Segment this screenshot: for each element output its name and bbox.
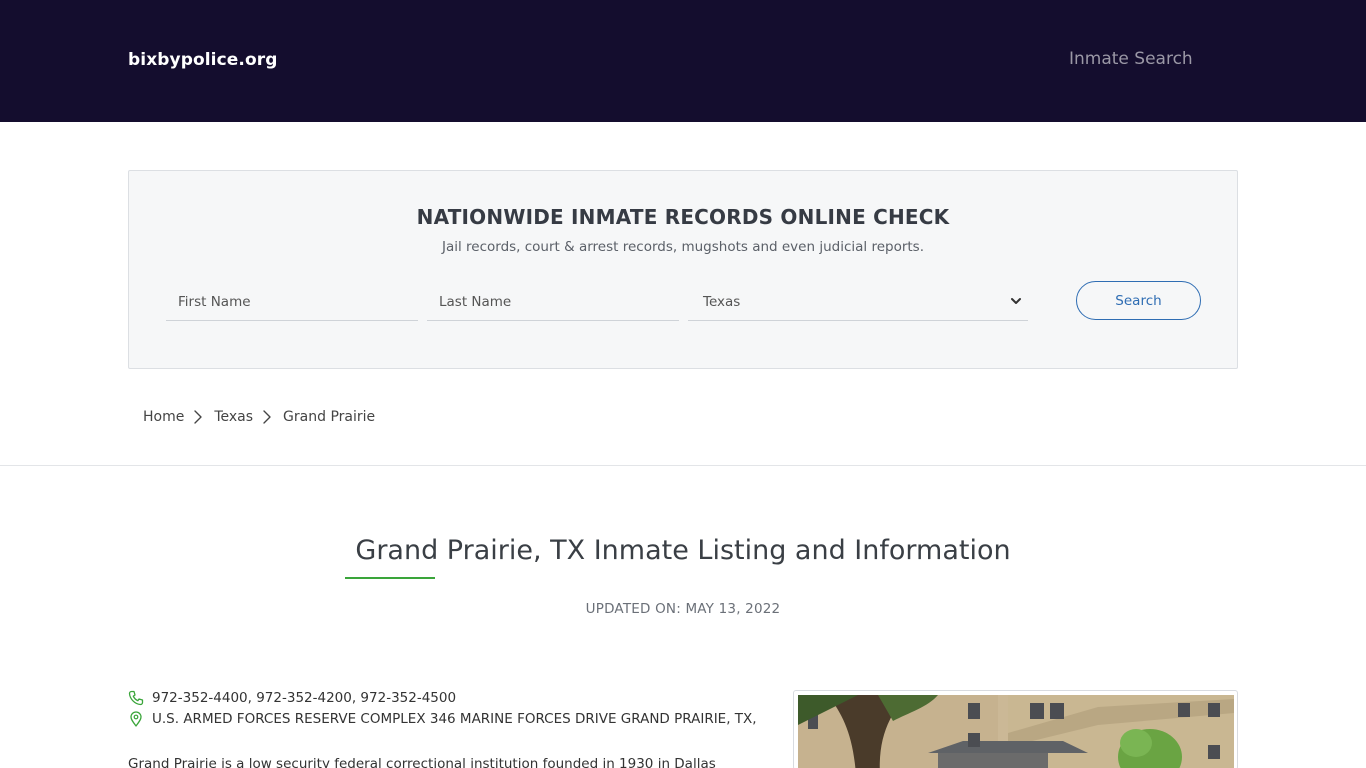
facility-description: Grand Prairie is a low security federal … — [128, 756, 716, 768]
search-panel-title: NATIONWIDE INMATE RECORDS ONLINE CHECK — [416, 205, 950, 229]
chevron-right-icon — [263, 410, 271, 424]
facility-phones[interactable]: 972-352-4400, 972-352-4200, 972-352-4500 — [152, 690, 456, 706]
inmate-search-panel: NATIONWIDE INMATE RECORDS ONLINE CHECK J… — [128, 170, 1238, 369]
map-pin-icon — [130, 711, 142, 727]
search-panel-subtitle: Jail records, court & arrest records, mu… — [441, 239, 925, 255]
first-name-input[interactable] — [166, 283, 418, 321]
state-select-value: Texas — [703, 294, 741, 310]
title-underline — [345, 577, 435, 579]
facility-address: U.S. ARMED FORCES RESERVE COMPLEX 346 MA… — [152, 711, 757, 727]
breadcrumb-state-link[interactable]: Texas — [214, 409, 253, 425]
top-navbar: bixbypolice.org Inmate Search — [0, 0, 1366, 122]
last-name-input[interactable] — [427, 283, 679, 321]
facility-photo-frame — [793, 690, 1238, 768]
breadcrumb-current: Grand Prairie — [283, 409, 376, 425]
updated-date: UPDATED ON: MAY 13, 2022 — [585, 601, 781, 617]
facility-address-row: U.S. ARMED FORCES RESERVE COMPLEX 346 MA… — [128, 711, 757, 727]
chevron-down-icon — [1011, 298, 1021, 304]
facility-phone-row: 972-352-4400, 972-352-4200, 972-352-4500 — [128, 690, 456, 706]
site-brand-link[interactable]: bixbypolice.org — [128, 50, 278, 70]
chevron-right-icon — [194, 410, 203, 424]
breadcrumb-home-link[interactable]: Home — [143, 409, 184, 425]
section-divider — [0, 465, 1366, 466]
breadcrumb: Home Texas Grand Prairie — [143, 406, 375, 428]
phone-icon — [128, 690, 144, 706]
nav-inmate-search-link[interactable]: Inmate Search — [1069, 49, 1193, 69]
state-select[interactable]: Texas — [688, 283, 1028, 321]
search-button[interactable]: Search — [1076, 281, 1201, 320]
page-title: Grand Prairie, TX Inmate Listing and Inf… — [355, 535, 1011, 566]
facility-photo — [798, 695, 1234, 768]
